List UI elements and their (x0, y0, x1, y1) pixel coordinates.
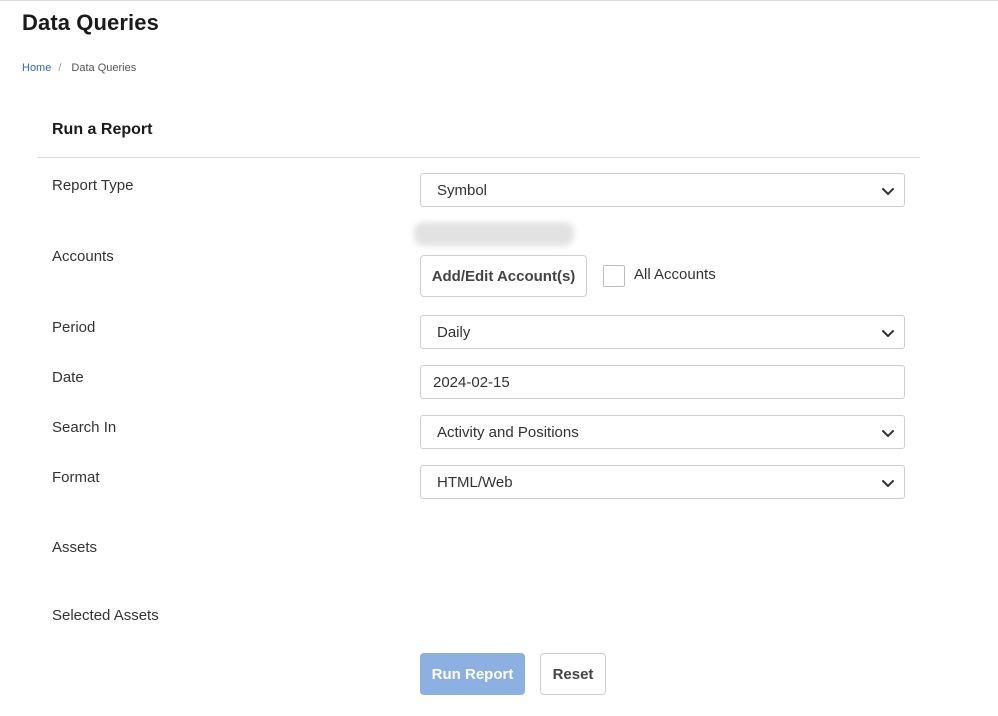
selected-assets-label: Selected Assets (52, 607, 159, 624)
chevron-down-icon (882, 330, 894, 337)
format-label: Format (52, 469, 100, 486)
page-title: Data Queries (22, 10, 159, 35)
chevron-down-icon (882, 430, 894, 437)
report-type-label: Report Type (52, 177, 134, 194)
blurred-account-list (414, 222, 574, 246)
chevron-down-icon (882, 188, 894, 195)
period-value: Daily (437, 323, 471, 341)
format-value: HTML/Web (437, 473, 513, 491)
date-label: Date (52, 369, 84, 386)
reset-button[interactable]: Reset (540, 653, 606, 695)
breadcrumb: Home / Data Queries (22, 62, 136, 74)
accounts-label: Accounts (52, 248, 114, 265)
period-label: Period (52, 319, 96, 336)
form-divider (37, 157, 920, 158)
date-input[interactable]: 2024-02-15 (420, 365, 905, 399)
report-type-value: Symbol (437, 181, 488, 199)
breadcrumb-current: Data Queries (71, 62, 137, 74)
all-accounts-checkbox[interactable] (603, 265, 625, 287)
add-edit-accounts-button[interactable]: Add/Edit Account(s) (420, 255, 587, 297)
breadcrumb-home-link[interactable]: Home (22, 62, 51, 74)
assets-label: Assets (52, 539, 98, 556)
period-select[interactable]: Daily (420, 315, 905, 349)
run-report-button[interactable]: Run Report (420, 653, 525, 695)
search-in-label: Search In (52, 419, 117, 436)
all-accounts-label: All Accounts (634, 266, 716, 283)
report-type-select[interactable]: Symbol (420, 173, 905, 207)
search-in-value: Activity and Positions (437, 423, 579, 441)
format-select[interactable]: HTML/Web (420, 465, 905, 499)
chevron-down-icon (882, 480, 894, 487)
form-title: Run a Report (52, 121, 153, 138)
top-border (0, 0, 998, 1)
breadcrumb-separator: / (58, 62, 62, 74)
search-in-select[interactable]: Activity and Positions (420, 415, 905, 449)
